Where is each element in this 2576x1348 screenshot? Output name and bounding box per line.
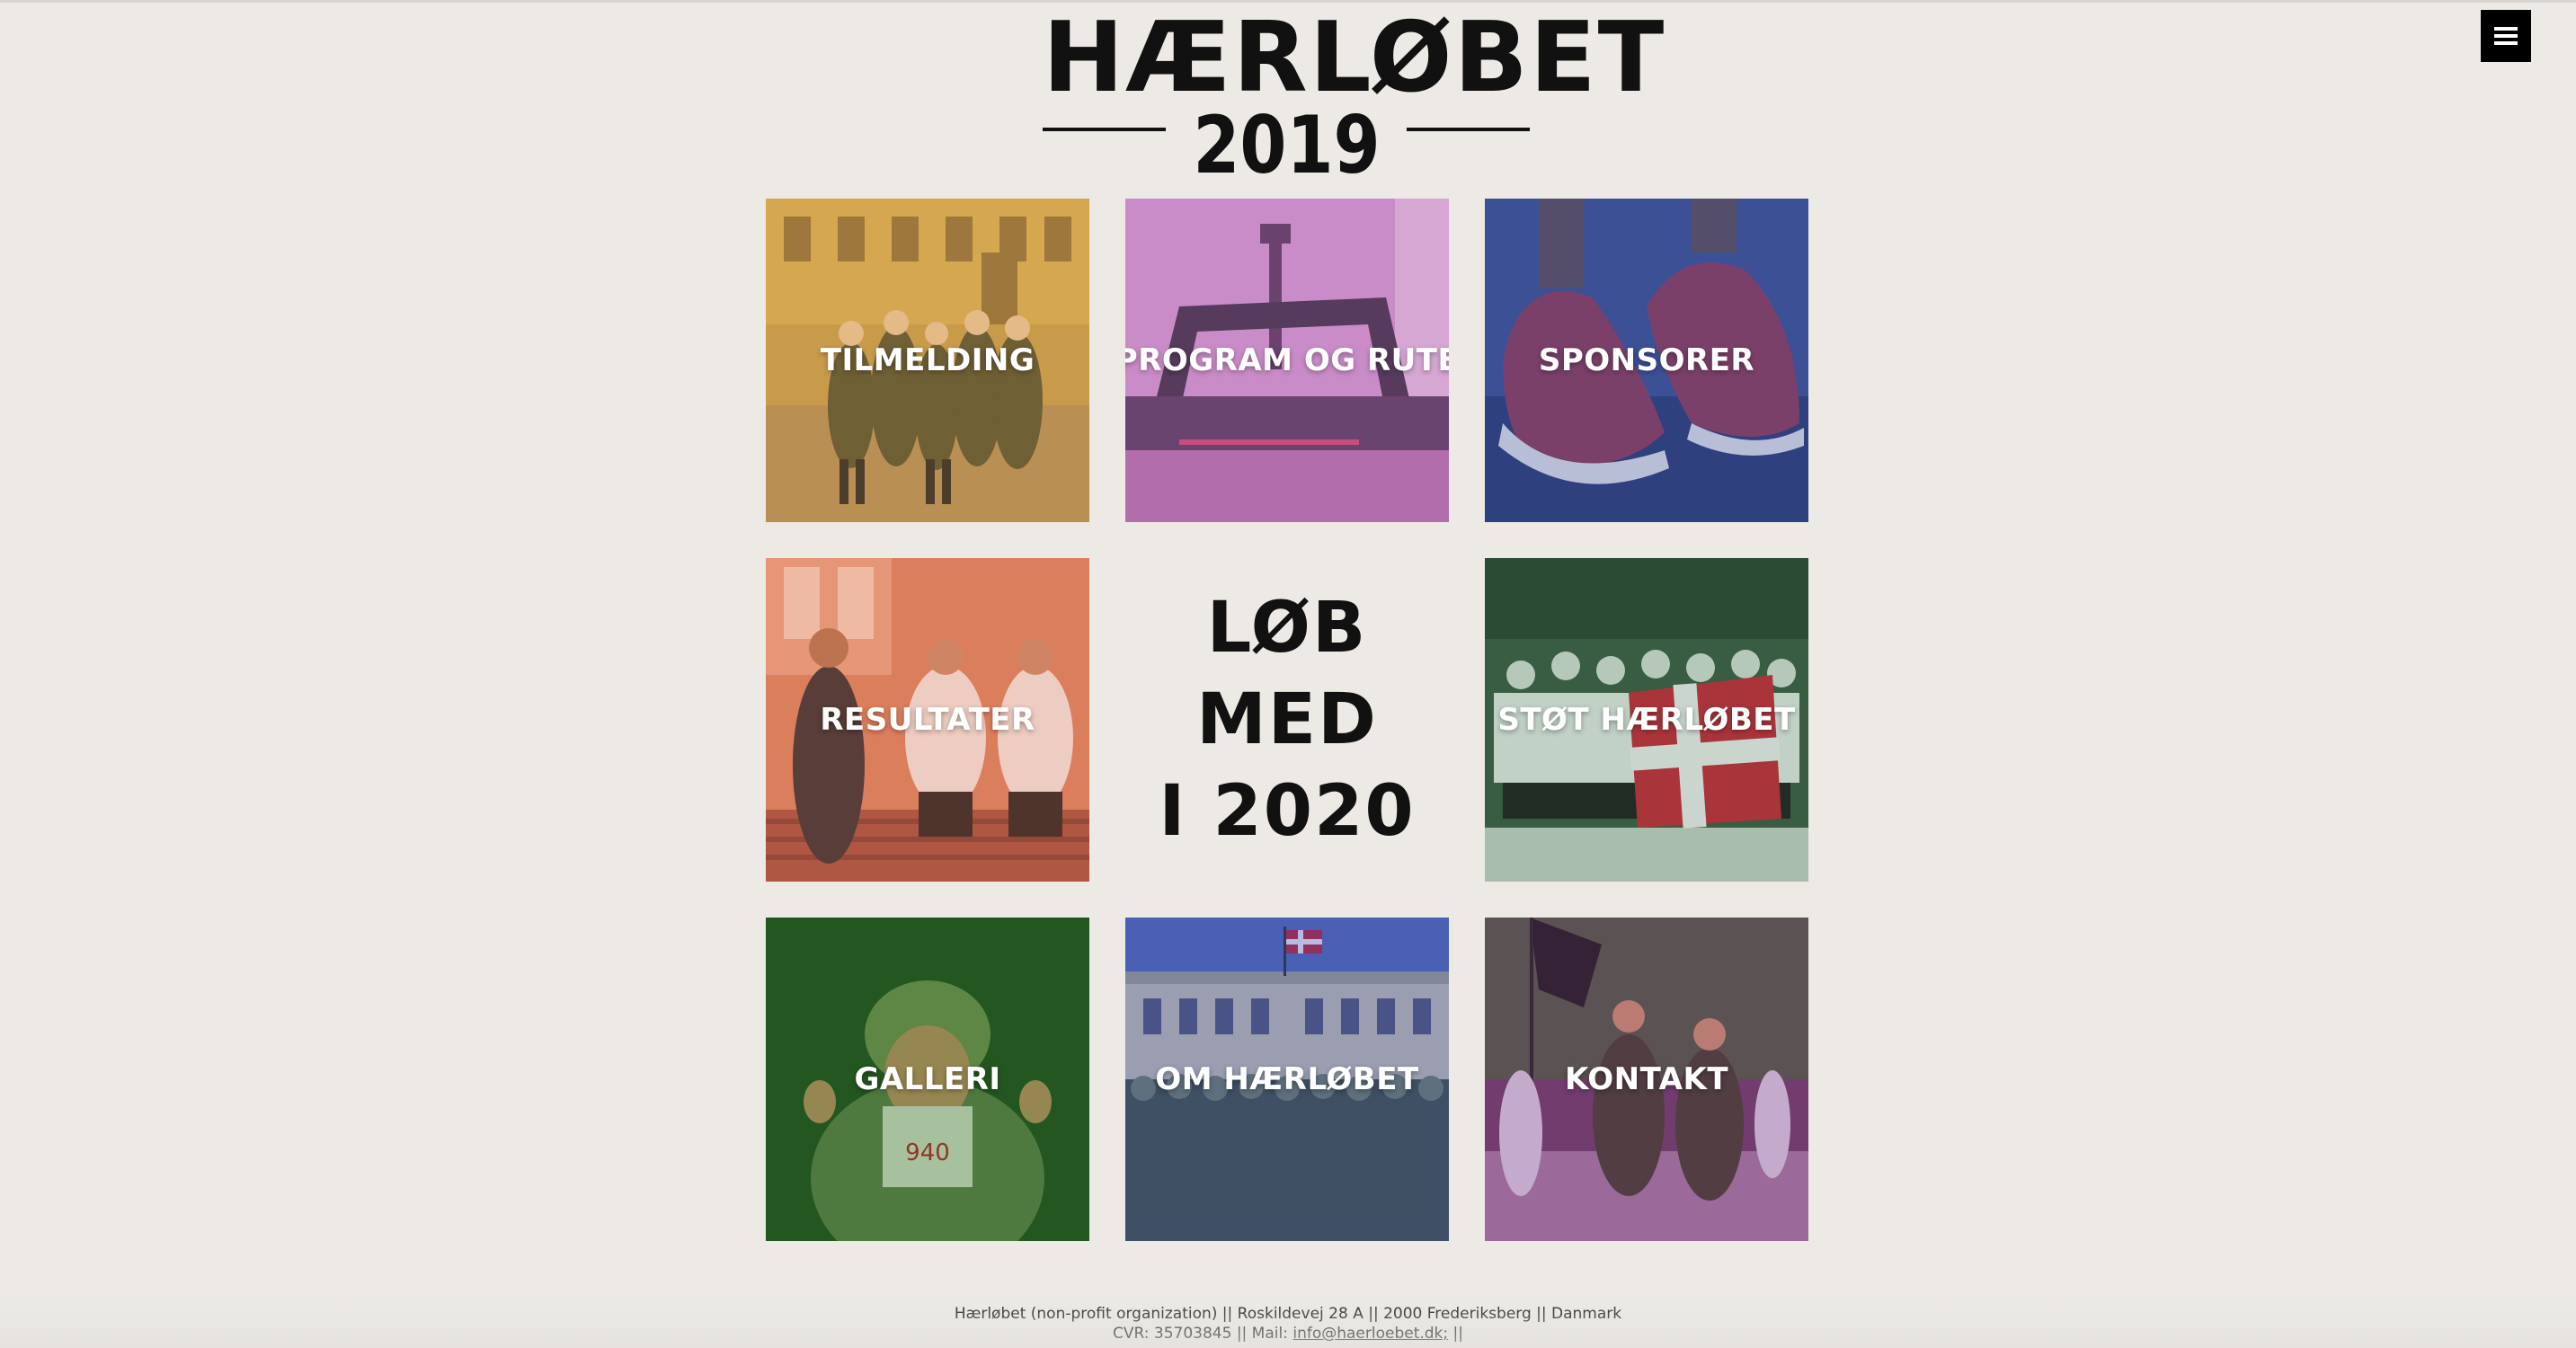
tile-program-og-rute[interactable]: PROGRAM OG RUTE	[1125, 199, 1449, 522]
tile-om-haerloebet[interactable]: OM HÆRLØBET	[1125, 918, 1449, 1241]
logo-year: 2019	[1192, 99, 1381, 191]
footer-contact-line: CVR: 35703845 || Mail: info@haerloebet.d…	[0, 1324, 2576, 1344]
footer-separator: ||	[1452, 1325, 1464, 1343]
tile-sponsorer[interactable]: SPONSORER	[1485, 199, 1808, 522]
logo-rule-left	[1043, 128, 1166, 131]
logo-title: HÆRLØBET	[1043, 2, 1666, 114]
tile-label: PROGRAM OG RUTE	[1125, 342, 1449, 378]
logo-rule-right	[1407, 128, 1531, 131]
footer-cvr: CVR: 35703845 || Mail:	[1112, 1325, 1288, 1343]
run-with-us-headline: LØB MED I 2020	[1125, 558, 1449, 882]
menu-button[interactable]	[2481, 10, 2531, 62]
tile-label: TILMELDING	[820, 342, 1035, 378]
site-footer: Hærløbet (non-profit organization) || Ro…	[0, 1304, 2576, 1344]
tile-label: OM HÆRLØBET	[1155, 1061, 1419, 1097]
tile-galleri[interactable]: 940 GALLERI	[766, 918, 1089, 1241]
footer-email-link[interactable]: info@haerloebet.dk;	[1292, 1325, 1448, 1343]
tile-label: KONTAKT	[1564, 1061, 1729, 1097]
tile-tilmelding[interactable]: TILMELDING	[766, 199, 1089, 522]
tile-resultater[interactable]: RESULTATER	[766, 558, 1089, 882]
tile-stoet-haerloebet[interactable]: STØT HÆRLØBET	[1485, 558, 1808, 882]
tile-kontakt[interactable]: KONTAKT	[1485, 918, 1808, 1241]
tile-label: SPONSORER	[1538, 342, 1755, 378]
tile-label: STØT HÆRLØBET	[1497, 702, 1796, 738]
headline-line-2: I 2020	[1159, 771, 1416, 852]
tile-label: RESULTATER	[820, 702, 1035, 738]
logo-year-row: 2019	[1043, 99, 1531, 191]
site-logo[interactable]: HÆRLØBET 2019	[1043, 2, 1666, 191]
headline-line-1: LØB MED	[1196, 588, 1378, 760]
tile-label: GALLERI	[854, 1061, 1001, 1097]
page: HÆRLØBET 2019 TILMELDING PROGRAM OG RUTE…	[0, 0, 2576, 1348]
hamburger-menu-icon	[2494, 27, 2518, 45]
footer-address: Hærløbet (non-profit organization) || Ro…	[954, 1305, 1622, 1323]
